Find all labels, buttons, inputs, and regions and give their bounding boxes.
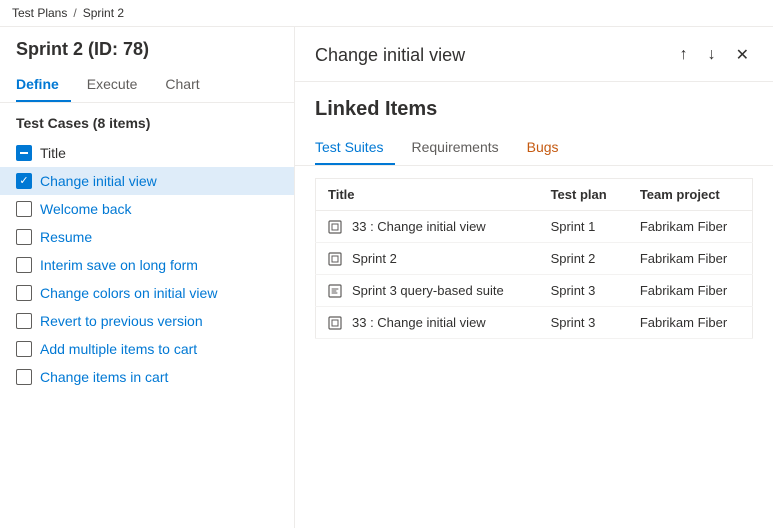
table-row[interactable]: Sprint 3 query-based suite Sprint 3Fabrik…: [316, 275, 753, 307]
breadcrumb-part1[interactable]: Test Plans: [12, 6, 67, 20]
table-header-row: Title Test plan Team project: [316, 179, 753, 211]
tab-test-suites[interactable]: Test Suites: [315, 133, 395, 165]
test-item[interactable]: Interim save on long form: [0, 251, 294, 279]
test-item[interactable]: Resume: [0, 223, 294, 251]
panel-actions: ↑ ↓ ✕: [676, 41, 753, 69]
main-area: Sprint 2 (ID: 78) Define Execute Chart T…: [0, 27, 773, 528]
title-label: Title: [40, 145, 66, 161]
table-body: 33 : Change initial viewSprint 1Fabrikam…: [316, 211, 753, 339]
tab-bugs[interactable]: Bugs: [527, 133, 571, 165]
col-header-team-project: Team project: [628, 179, 753, 211]
table-container: Title Test plan Team project 33 : Change…: [295, 166, 773, 528]
table-row[interactable]: 33 : Change initial view Sprint 3Fabrikam…: [316, 307, 753, 339]
suite-icon: [328, 252, 346, 266]
test-item-checkbox[interactable]: [16, 313, 32, 329]
navigate-down-button[interactable]: ↓: [704, 42, 720, 68]
tab-chart[interactable]: Chart: [165, 68, 211, 102]
cell-title: Sprint 2: [316, 243, 539, 275]
navigate-up-button[interactable]: ↑: [676, 42, 692, 68]
cell-title: Sprint 3 query-based suite: [316, 275, 539, 307]
test-item-label: Add multiple items to cart: [40, 341, 197, 357]
cell-test-plan: Sprint 3: [539, 275, 628, 307]
suite-icon: [328, 316, 346, 330]
table-row[interactable]: 33 : Change initial view Sprint 1Fabrikam…: [316, 211, 753, 243]
close-button[interactable]: ✕: [732, 41, 753, 69]
cell-title-text: 33 : Change initial view: [352, 219, 486, 234]
test-item-checkbox[interactable]: [16, 369, 32, 385]
test-item[interactable]: Revert to previous version: [0, 307, 294, 335]
cell-title-text: Sprint 2: [352, 251, 397, 266]
test-cases-list: Title Change initial view Welcome back Res…: [0, 139, 294, 528]
col-header-test-plan: Test plan: [539, 179, 628, 211]
test-item[interactable]: Change initial view: [0, 167, 294, 195]
cell-title: 33 : Change initial view: [316, 307, 539, 339]
test-item-label: Interim save on long form: [40, 257, 198, 273]
test-item-label: Change items in cart: [40, 369, 168, 385]
cell-team-project: Fabrikam Fiber: [628, 275, 753, 307]
linked-table: Title Test plan Team project 33 : Change…: [315, 178, 753, 339]
test-item[interactable]: Add multiple items to cart: [0, 335, 294, 363]
linked-items-title: Linked Items: [295, 82, 773, 125]
cell-test-plan: Sprint 2: [539, 243, 628, 275]
suite-icon: [328, 284, 346, 298]
test-item-label: Resume: [40, 229, 92, 245]
test-item-label: Welcome back: [40, 201, 132, 217]
test-item-checkbox[interactable]: [16, 341, 32, 357]
test-item[interactable]: Change items in cart: [0, 363, 294, 391]
test-item-checkbox[interactable]: [16, 229, 32, 245]
cell-test-plan: Sprint 3: [539, 307, 628, 339]
title-row[interactable]: Title: [0, 139, 294, 167]
breadcrumb: Test Plans / Sprint 2: [0, 0, 773, 27]
test-item-checkbox[interactable]: [16, 285, 32, 301]
cell-team-project: Fabrikam Fiber: [628, 211, 753, 243]
cell-title: 33 : Change initial view: [316, 211, 539, 243]
minus-icon: [16, 145, 32, 161]
sprint-title: Sprint 2 (ID: 78): [0, 27, 294, 68]
suite-icon: [328, 220, 346, 234]
left-tabs: Define Execute Chart: [0, 68, 294, 103]
tab-execute[interactable]: Execute: [87, 68, 150, 102]
test-item-label: Change initial view: [40, 173, 157, 189]
col-header-title: Title: [316, 179, 539, 211]
test-cases-header: Test Cases (8 items): [0, 103, 294, 139]
breadcrumb-sep: /: [73, 6, 76, 20]
test-item[interactable]: Change colors on initial view: [0, 279, 294, 307]
right-panel: Change initial view ↑ ↓ ✕ Linked Items T…: [295, 27, 773, 528]
breadcrumb-part2[interactable]: Sprint 2: [83, 6, 124, 20]
panel-title: Change initial view: [315, 45, 465, 66]
test-item[interactable]: Welcome back: [0, 195, 294, 223]
tab-define[interactable]: Define: [16, 68, 71, 102]
test-item-checkbox[interactable]: [16, 173, 32, 189]
left-panel: Sprint 2 (ID: 78) Define Execute Chart T…: [0, 27, 295, 528]
cell-team-project: Fabrikam Fiber: [628, 307, 753, 339]
table-row[interactable]: Sprint 2Sprint 2Fabrikam Fiber: [316, 243, 753, 275]
test-item-checkbox[interactable]: [16, 257, 32, 273]
test-item-checkbox[interactable]: [16, 201, 32, 217]
cell-test-plan: Sprint 1: [539, 211, 628, 243]
test-item-label: Change colors on initial view: [40, 285, 217, 301]
panel-header: Change initial view ↑ ↓ ✕: [295, 27, 773, 82]
tab-requirements[interactable]: Requirements: [411, 133, 510, 165]
right-tabs: Test Suites Requirements Bugs: [295, 125, 773, 166]
test-items-container: Change initial view Welcome back Resume Int…: [0, 167, 294, 391]
cell-team-project: Fabrikam Fiber: [628, 243, 753, 275]
cell-title-text: Sprint 3 query-based suite: [352, 283, 504, 298]
test-item-label: Revert to previous version: [40, 313, 203, 329]
cell-title-text: 33 : Change initial view: [352, 315, 486, 330]
